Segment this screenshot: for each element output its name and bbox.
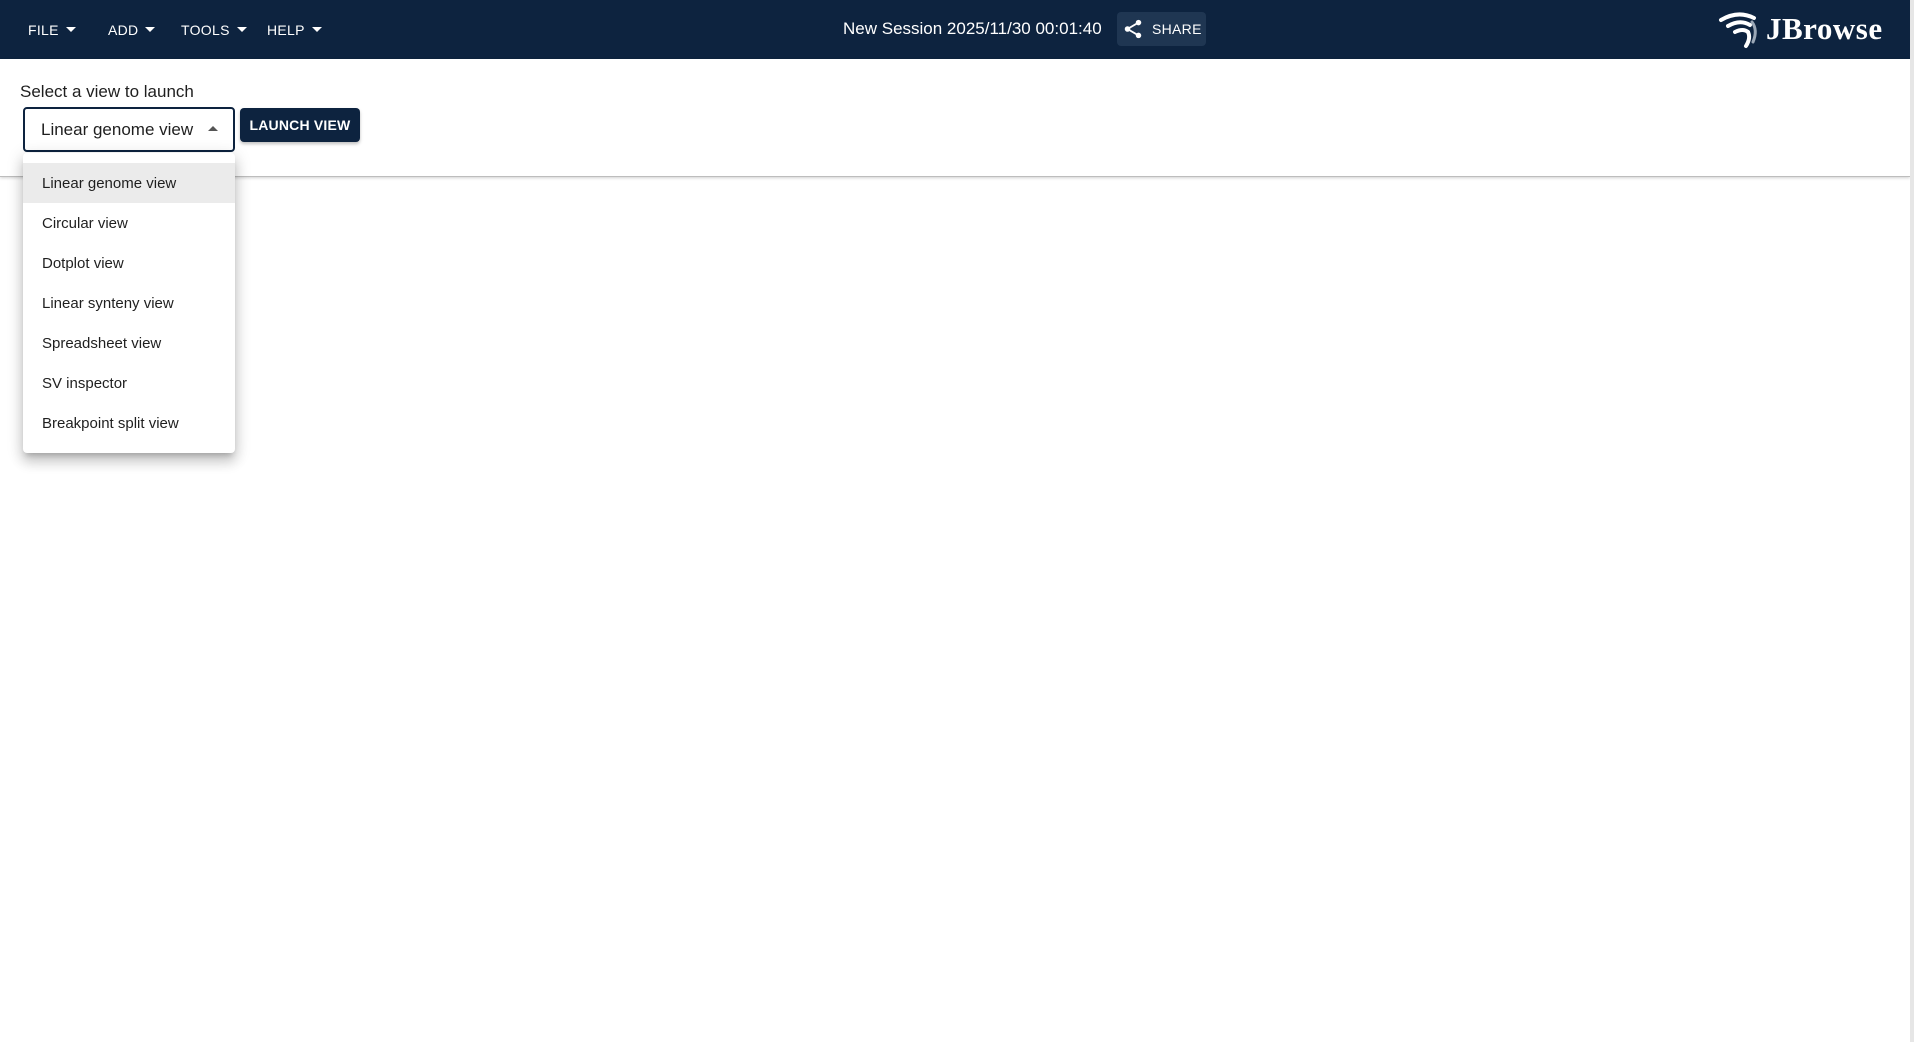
view-select-prompt: Select a view to launch	[20, 82, 194, 101]
window-right-edge	[1910, 0, 1914, 1042]
menu-file-label: FILE	[28, 21, 59, 38]
menu-add[interactable]: ADD	[108, 0, 156, 59]
logo-text: JBrowse	[1766, 11, 1883, 46]
share-button-label: SHARE	[1152, 21, 1202, 37]
caret-up-icon	[208, 126, 218, 131]
jbrowse-logo-icon	[1719, 12, 1757, 48]
share-icon	[1124, 19, 1142, 39]
option-breakpoint-split-view[interactable]: Breakpoint split view	[23, 403, 235, 443]
caret-down-icon	[145, 27, 156, 32]
session-title[interactable]: New Session 2025/11/30 00:01:40	[843, 0, 1102, 59]
share-button[interactable]: SHARE	[1117, 12, 1206, 46]
option-sv-inspector[interactable]: SV inspector	[23, 363, 235, 403]
option-linear-genome-view[interactable]: Linear genome view	[23, 163, 235, 203]
caret-down-icon	[65, 27, 76, 32]
menu-add-label: ADD	[108, 21, 139, 38]
option-dotplot-view[interactable]: Dotplot view	[23, 243, 235, 283]
app-bar: FILE ADD TOOLS HELP New Session 2025/11/…	[0, 0, 1910, 59]
launch-view-button[interactable]: LAUNCH VIEW	[240, 108, 360, 142]
option-linear-synteny-view[interactable]: Linear synteny view	[23, 283, 235, 323]
menu-help[interactable]: HELP	[267, 0, 322, 59]
menu-tools-label: TOOLS	[181, 21, 230, 38]
caret-down-icon	[236, 27, 247, 32]
menu-tools[interactable]: TOOLS	[181, 0, 247, 59]
menu-file[interactable]: FILE	[28, 0, 76, 59]
launch-view-panel: Select a view to launch Linear genome vi…	[0, 59, 1910, 177]
option-spreadsheet-view[interactable]: Spreadsheet view	[23, 323, 235, 363]
menu-help-label: HELP	[267, 21, 305, 38]
caret-down-icon	[311, 27, 322, 32]
jbrowse-logo: JBrowse	[1718, 6, 1883, 52]
option-circular-view[interactable]: Circular view	[23, 203, 235, 243]
view-type-select-value: Linear genome view	[41, 119, 194, 139]
view-type-dropdown: Linear genome view Circular view Dotplot…	[23, 153, 235, 453]
view-type-select[interactable]: Linear genome view	[23, 107, 235, 152]
